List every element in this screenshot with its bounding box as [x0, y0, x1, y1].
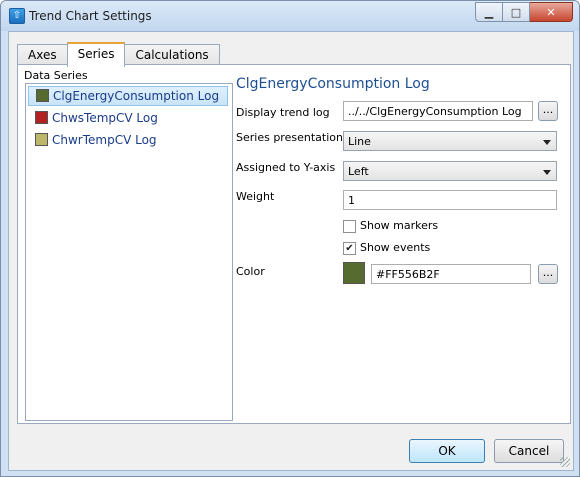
show-markers-label: Show markers — [360, 219, 439, 232]
close-button[interactable]: ✕ — [530, 2, 573, 22]
close-icon: ✕ — [546, 5, 556, 19]
series-presentation-value: Line — [348, 135, 371, 148]
series-item-chwrtempcv[interactable]: ChwrTempCV Log — [28, 130, 228, 150]
series-item-label: ClgEnergyConsumption Log — [53, 89, 220, 103]
title-bar[interactable]: ⇧ Trend Chart Settings ▁ □ ✕ — [1, 1, 579, 31]
series-presentation-label: Series presentation — [236, 131, 343, 144]
series-item-clgenergyconsumption[interactable]: ClgEnergyConsumption Log — [28, 86, 228, 106]
color-browse-button[interactable]: ... — [538, 264, 558, 284]
chevron-down-icon — [543, 140, 551, 145]
weight-input[interactable]: 1 — [343, 190, 557, 210]
dialog-client-area: Axes Series Calculations Data Series Clg… — [8, 31, 574, 471]
series-item-label: ChwrTempCV Log — [52, 133, 157, 147]
tab-strip: Axes Series Calculations — [17, 42, 220, 67]
upload-arrow-icon: ⇧ — [9, 8, 25, 24]
series-tab-panel: Data Series ClgEnergyConsumption Log Chw… — [17, 64, 571, 424]
cancel-button[interactable]: Cancel — [494, 439, 564, 463]
window-title: Trend Chart Settings — [29, 9, 152, 23]
tab-calculations[interactable]: Calculations — [124, 44, 220, 65]
chevron-down-icon — [543, 170, 551, 175]
assigned-y-axis-value: Left — [348, 165, 369, 178]
data-series-label: Data Series — [24, 69, 88, 82]
minimize-button[interactable]: ▁ — [475, 2, 503, 22]
weight-label: Weight — [236, 190, 275, 203]
display-trend-log-field[interactable]: ../../ClgEnergyConsumption Log — [343, 101, 533, 121]
window-controls: ▁ □ ✕ — [475, 2, 573, 22]
assigned-y-axis-label: Assigned to Y-axis — [236, 161, 336, 174]
trend-log-browse-button[interactable]: ... — [538, 101, 558, 121]
ok-button[interactable]: OK — [409, 439, 485, 463]
tab-axes[interactable]: Axes — [17, 44, 68, 65]
series-presentation-dropdown[interactable]: Line — [343, 131, 557, 151]
minimize-icon: ▁ — [484, 5, 494, 19]
series-details-title: ClgEnergyConsumption Log — [236, 76, 430, 92]
series-item-label: ChwsTempCV Log — [52, 111, 158, 125]
color-value-field[interactable]: #FF556B2F — [371, 264, 531, 284]
series-color-swatch — [35, 111, 48, 124]
display-trend-log-label: Display trend log — [236, 106, 330, 119]
series-color-swatch — [35, 133, 48, 146]
series-item-chwstempcv[interactable]: ChwsTempCV Log — [28, 108, 228, 128]
maximize-icon: □ — [510, 5, 522, 19]
series-color-swatch — [36, 89, 49, 102]
show-markers-checkbox[interactable] — [343, 220, 356, 233]
trend-chart-settings-window: ⇧ Trend Chart Settings ▁ □ ✕ Axes Series… — [0, 0, 580, 477]
maximize-button[interactable]: □ — [503, 2, 530, 22]
data-series-list[interactable]: ClgEnergyConsumption Log ChwsTempCV Log … — [25, 83, 233, 421]
tab-series[interactable]: Series — [66, 42, 126, 67]
color-preview-swatch[interactable] — [343, 262, 365, 284]
resize-grip-icon[interactable] — [560, 457, 570, 467]
show-events-label: Show events — [360, 241, 431, 254]
show-events-checkbox[interactable]: ✔ — [343, 242, 356, 255]
color-label: Color — [236, 265, 265, 278]
assigned-y-axis-dropdown[interactable]: Left — [343, 161, 557, 181]
